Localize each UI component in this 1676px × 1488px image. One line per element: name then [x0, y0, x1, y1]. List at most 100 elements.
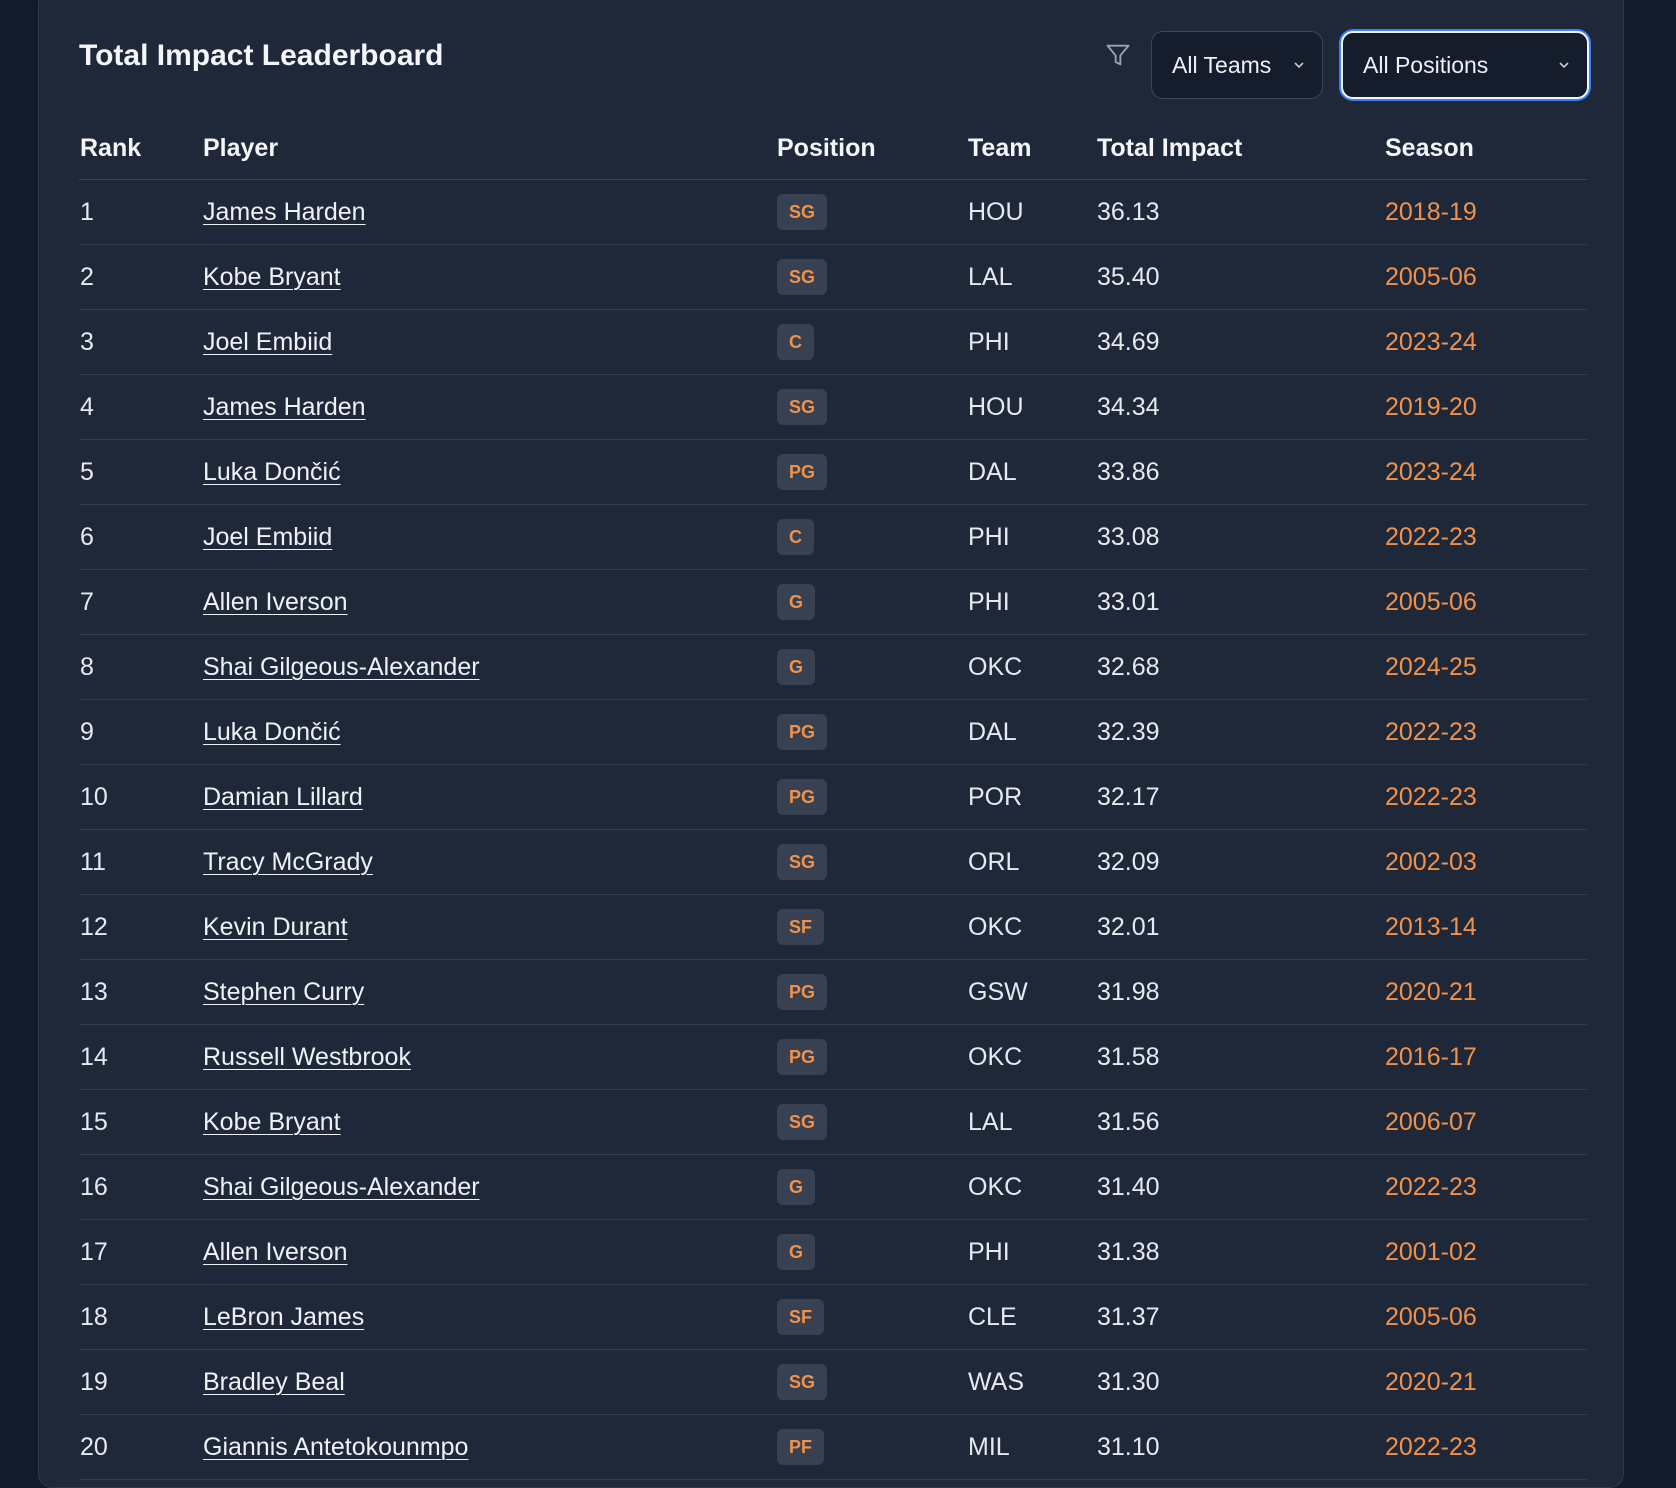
- rank-cell: 1: [79, 179, 203, 245]
- season-cell: 2013-14: [1385, 894, 1587, 960]
- rank-cell: 16: [79, 1154, 203, 1220]
- rank-cell: 17: [79, 1219, 203, 1285]
- column-header-position[interactable]: Position: [777, 117, 968, 180]
- season-cell: 2018-19: [1385, 179, 1587, 245]
- season-cell: 2006-07: [1385, 1089, 1587, 1155]
- filter-icon[interactable]: [1104, 41, 1132, 69]
- total-impact-cell: 33.86: [1097, 439, 1385, 505]
- team-cell: WAS: [968, 1349, 1097, 1415]
- player-cell: Kevin Durant: [203, 894, 777, 960]
- player-cell: Luka Dončić: [203, 439, 777, 505]
- team-cell: PHI: [968, 309, 1097, 375]
- player-link[interactable]: Stephen Curry: [203, 978, 364, 1006]
- team-cell: PHI: [968, 1219, 1097, 1285]
- player-link[interactable]: James Harden: [203, 198, 366, 226]
- position-cell: SG: [777, 1349, 968, 1415]
- column-header-team[interactable]: Team: [968, 117, 1097, 180]
- total-impact-cell: 34.69: [1097, 309, 1385, 375]
- column-header-player[interactable]: Player: [203, 117, 777, 180]
- position-cell: PG: [777, 764, 968, 830]
- total-impact-cell: 32.17: [1097, 764, 1385, 830]
- position-badge: G: [777, 584, 816, 620]
- column-header-rank[interactable]: Rank: [79, 117, 203, 180]
- table-row: 16 Shai Gilgeous-Alexander G OKC 31.40 2022-2…: [79, 1154, 1587, 1220]
- season-cell: 2020-21: [1385, 1349, 1587, 1415]
- position-badge: PG: [777, 779, 828, 815]
- table-row: 19 Bradley Beal SG WAS 31.30 2020-21: [79, 1349, 1587, 1415]
- position-cell: C: [777, 309, 968, 375]
- position-cell: SG: [777, 244, 968, 310]
- player-link[interactable]: Shai Gilgeous-Alexander: [203, 1173, 480, 1201]
- position-cell: PG: [777, 959, 968, 1025]
- player-link[interactable]: Giannis Antetokounmpo: [203, 1433, 468, 1461]
- season-cell: 2022-23: [1385, 1154, 1587, 1220]
- player-link[interactable]: Luka Dončić: [203, 718, 341, 746]
- table-row: 8 Shai Gilgeous-Alexander G OKC 32.68 2024-25: [79, 634, 1587, 700]
- team-cell: DAL: [968, 699, 1097, 765]
- team-cell: CLE: [968, 1284, 1097, 1350]
- team-cell: HOU: [968, 179, 1097, 245]
- column-header-total-impact[interactable]: Total Impact: [1097, 117, 1385, 180]
- player-cell: Stephen Curry: [203, 959, 777, 1025]
- player-link[interactable]: Allen Iverson: [203, 588, 348, 616]
- player-cell: Allen Iverson: [203, 1219, 777, 1285]
- position-badge: SG: [777, 1364, 828, 1400]
- season-cell: 2022-23: [1385, 504, 1587, 570]
- position-badge: C: [777, 324, 814, 360]
- table-row: 14 Russell Westbrook PG OKC 31.58 2016-17: [79, 1024, 1587, 1090]
- player-link[interactable]: Damian Lillard: [203, 783, 363, 811]
- team-cell: LAL: [968, 1089, 1097, 1155]
- table-row: 4 James Harden SG HOU 34.34 2019-20: [79, 374, 1587, 440]
- position-badge: PG: [777, 454, 828, 490]
- season-cell: 2001-02: [1385, 1219, 1587, 1285]
- player-link[interactable]: Luka Dončić: [203, 458, 341, 486]
- player-link[interactable]: Joel Embiid: [203, 328, 332, 356]
- position-cell: PG: [777, 699, 968, 765]
- rank-cell: 10: [79, 764, 203, 830]
- position-badge: SG: [777, 1104, 828, 1140]
- player-link[interactable]: Kobe Bryant: [203, 263, 341, 291]
- table-row: 3 Joel Embiid C PHI 34.69 2023-24: [79, 309, 1587, 375]
- player-cell: Kobe Bryant: [203, 244, 777, 310]
- position-badge: G: [777, 1234, 816, 1270]
- player-link[interactable]: Kevin Durant: [203, 913, 348, 941]
- rank-cell: 6: [79, 504, 203, 570]
- player-cell: Damian Lillard: [203, 764, 777, 830]
- rank-cell: 19: [79, 1349, 203, 1415]
- position-filter-value: All Positions: [1363, 51, 1489, 78]
- player-cell: Kobe Bryant: [203, 1089, 777, 1155]
- team-filter-select[interactable]: All Teams: [1151, 31, 1323, 99]
- total-impact-cell: 31.56: [1097, 1089, 1385, 1155]
- position-filter-select[interactable]: All Positions: [1341, 31, 1589, 99]
- team-cell: GSW: [968, 959, 1097, 1025]
- table-row: 7 Allen Iverson G PHI 33.01 2005-06: [79, 569, 1587, 635]
- total-impact-cell: 35.40: [1097, 244, 1385, 310]
- player-link[interactable]: Allen Iverson: [203, 1238, 348, 1266]
- position-cell: G: [777, 1219, 968, 1285]
- position-cell: SG: [777, 374, 968, 440]
- player-link[interactable]: James Harden: [203, 393, 366, 421]
- player-cell: Luka Dončić: [203, 699, 777, 765]
- player-link[interactable]: Tracy McGrady: [203, 848, 373, 876]
- player-cell: Tracy McGrady: [203, 829, 777, 895]
- player-cell: Shai Gilgeous-Alexander: [203, 634, 777, 700]
- player-link[interactable]: LeBron James: [203, 1303, 364, 1331]
- player-link[interactable]: Kobe Bryant: [203, 1108, 341, 1136]
- player-link[interactable]: Bradley Beal: [203, 1368, 345, 1396]
- rank-cell: 11: [79, 829, 203, 895]
- total-impact-cell: 32.39: [1097, 699, 1385, 765]
- rank-cell: 8: [79, 634, 203, 700]
- player-link[interactable]: Joel Embiid: [203, 523, 332, 551]
- total-impact-cell: 34.34: [1097, 374, 1385, 440]
- season-cell: 2005-06: [1385, 1284, 1587, 1350]
- column-header-season[interactable]: Season: [1385, 117, 1587, 180]
- rank-cell: 2: [79, 244, 203, 310]
- position-badge: PG: [777, 974, 828, 1010]
- table-row: 11 Tracy McGrady SG ORL 32.09 2002-03: [79, 829, 1587, 895]
- player-link[interactable]: Russell Westbrook: [203, 1043, 411, 1071]
- table-row: 13 Stephen Curry PG GSW 31.98 2020-21: [79, 959, 1587, 1025]
- position-badge: SG: [777, 194, 828, 230]
- player-link[interactable]: Shai Gilgeous-Alexander: [203, 653, 480, 681]
- position-cell: PG: [777, 439, 968, 505]
- season-cell: 2022-23: [1385, 699, 1587, 765]
